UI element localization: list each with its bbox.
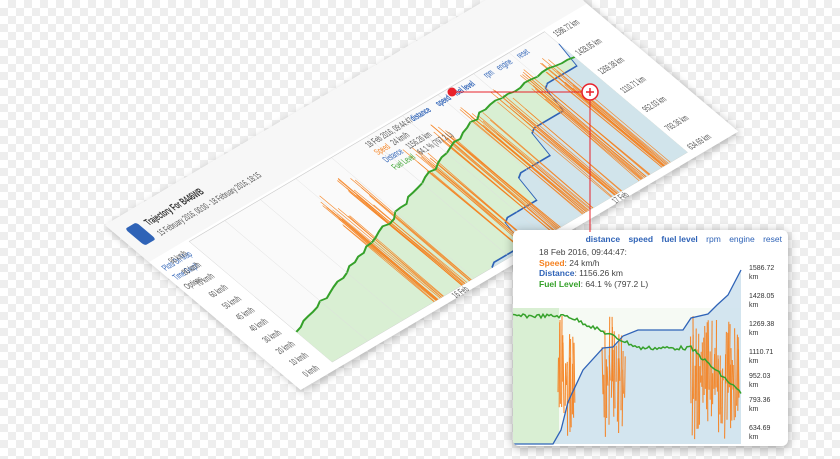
- zoom-plot-area: [513, 269, 742, 445]
- zoom-axis-tick: 1110.71: [749, 349, 773, 356]
- zoom-tooltip-date: 18 Feb 2016, 09:44:47:: [539, 247, 627, 257]
- zoom-axis-tick: 1269.38: [749, 321, 774, 328]
- zoom-axis-tick-unit: km: [749, 434, 759, 441]
- zoom-tooltip-speed-label: Speed: [539, 257, 565, 268]
- zoom-distance-axis: 1586.72 km 1428.05 km 1269.38 km 1110.71 km 952.…: [749, 265, 774, 441]
- zoom-speed-spike: [694, 365, 696, 440]
- zoom-speed-spike: [611, 316, 614, 382]
- distance-axis-tick: 1110.71 km: [617, 74, 648, 95]
- speed-axis-tick: 50 km/h: [220, 294, 244, 311]
- zoom-axis-tick-unit: km: [749, 382, 759, 389]
- zoom-speed-spike: [620, 335, 623, 411]
- zoom-speed-spike: [603, 374, 605, 418]
- zoom-link-fuel-level[interactable]: fuel level: [661, 234, 697, 244]
- speed-axis-tick: 60 km/h: [206, 283, 230, 300]
- distance-axis-tick: 952.03 km: [640, 94, 670, 114]
- zoom-axis-tick-unit: km: [749, 274, 759, 281]
- zoom-tooltip-distance-label: Distance: [539, 268, 575, 278]
- zoom-axis-tick: 1586.72: [749, 265, 774, 272]
- zoom-speed-spike: [703, 337, 705, 396]
- zoom-link-speed[interactable]: speed: [628, 234, 653, 244]
- zoom-speed-spike: [701, 342, 704, 403]
- zoom-speed-spike: [606, 366, 609, 386]
- zoom-link-engine[interactable]: engine: [729, 234, 755, 244]
- zoom-tooltip: 18 Feb 2016, 09:44:47: Speed: 24 km/h Di…: [539, 247, 649, 289]
- zoom-axis-tick-unit: km: [749, 358, 759, 365]
- zoom-speed-spike: [604, 330, 606, 437]
- zoom-axis-tick-unit: km: [749, 302, 759, 309]
- zoom-axis-tick-unit: km: [749, 406, 759, 413]
- zoom-tooltip-fuel-value: 64.1 % (797.2 L): [585, 278, 649, 289]
- zoom-speed-spike: [725, 331, 727, 384]
- zoom-speed-spike: [618, 358, 621, 381]
- zoom-speed-spike: [557, 357, 560, 393]
- distance-axis-tick: 793.36 km: [662, 113, 692, 133]
- zoom-axis-tick: 634.69: [749, 425, 771, 432]
- distance-axis-tick: 1428.05 km: [573, 36, 605, 57]
- zoom-speed-spike: [710, 320, 713, 417]
- zoom-link-reset[interactable]: reset: [763, 234, 782, 244]
- zoom-tooltip-fuel-label: Fuel Level: [539, 278, 581, 289]
- zoom-fuel-fill: [513, 308, 559, 444]
- speed-axis-tick: 10 km/h: [287, 351, 311, 368]
- speed-axis-tick: 30 km/h: [260, 328, 284, 345]
- zoom-link-distance[interactable]: distance: [586, 234, 621, 244]
- zoom-speed-spike: [569, 338, 572, 428]
- zoom-panel: 1586.72 km 1428.05 km 1269.38 km 1110.71 km 952.…: [513, 230, 788, 446]
- speed-axis-tick: 45 km/h: [233, 305, 257, 322]
- zoom-axis-tick-unit: km: [749, 330, 759, 337]
- zoom-speed-spike: [706, 322, 709, 422]
- speed-axis-tick: 40 km/h: [246, 317, 270, 334]
- zoom-speed-spike: [566, 363, 569, 436]
- zoom-speed-spike: [697, 333, 700, 429]
- speed-axis-tick: 0 km/h: [300, 363, 322, 378]
- zoom-speed-spike: [622, 369, 624, 394]
- distance-axis-tick: 1269.38 km: [595, 55, 627, 76]
- speed-axis-tick: 20 km/h: [273, 339, 297, 356]
- zoom-speed-spike: [624, 356, 626, 398]
- zoom-speed-spike: [719, 355, 721, 415]
- zoom-tooltip-speed-value: 24 km/h: [569, 257, 600, 268]
- zoom-axis-tick: 952.03: [749, 373, 771, 380]
- zoom-speed-spike: [704, 325, 706, 389]
- zoom-tooltip-distance-value: 1156.26 km: [579, 268, 623, 278]
- zoom-axis-tick: 1428.05: [749, 293, 774, 300]
- zoom-toolbar: distance speed fuel level rpm engine res…: [580, 234, 782, 244]
- distance-axis-tick: 634.69 km: [684, 132, 714, 152]
- zoom-axis-tick: 793.36: [749, 397, 771, 404]
- zoom-link-rpm[interactable]: rpm: [706, 234, 721, 244]
